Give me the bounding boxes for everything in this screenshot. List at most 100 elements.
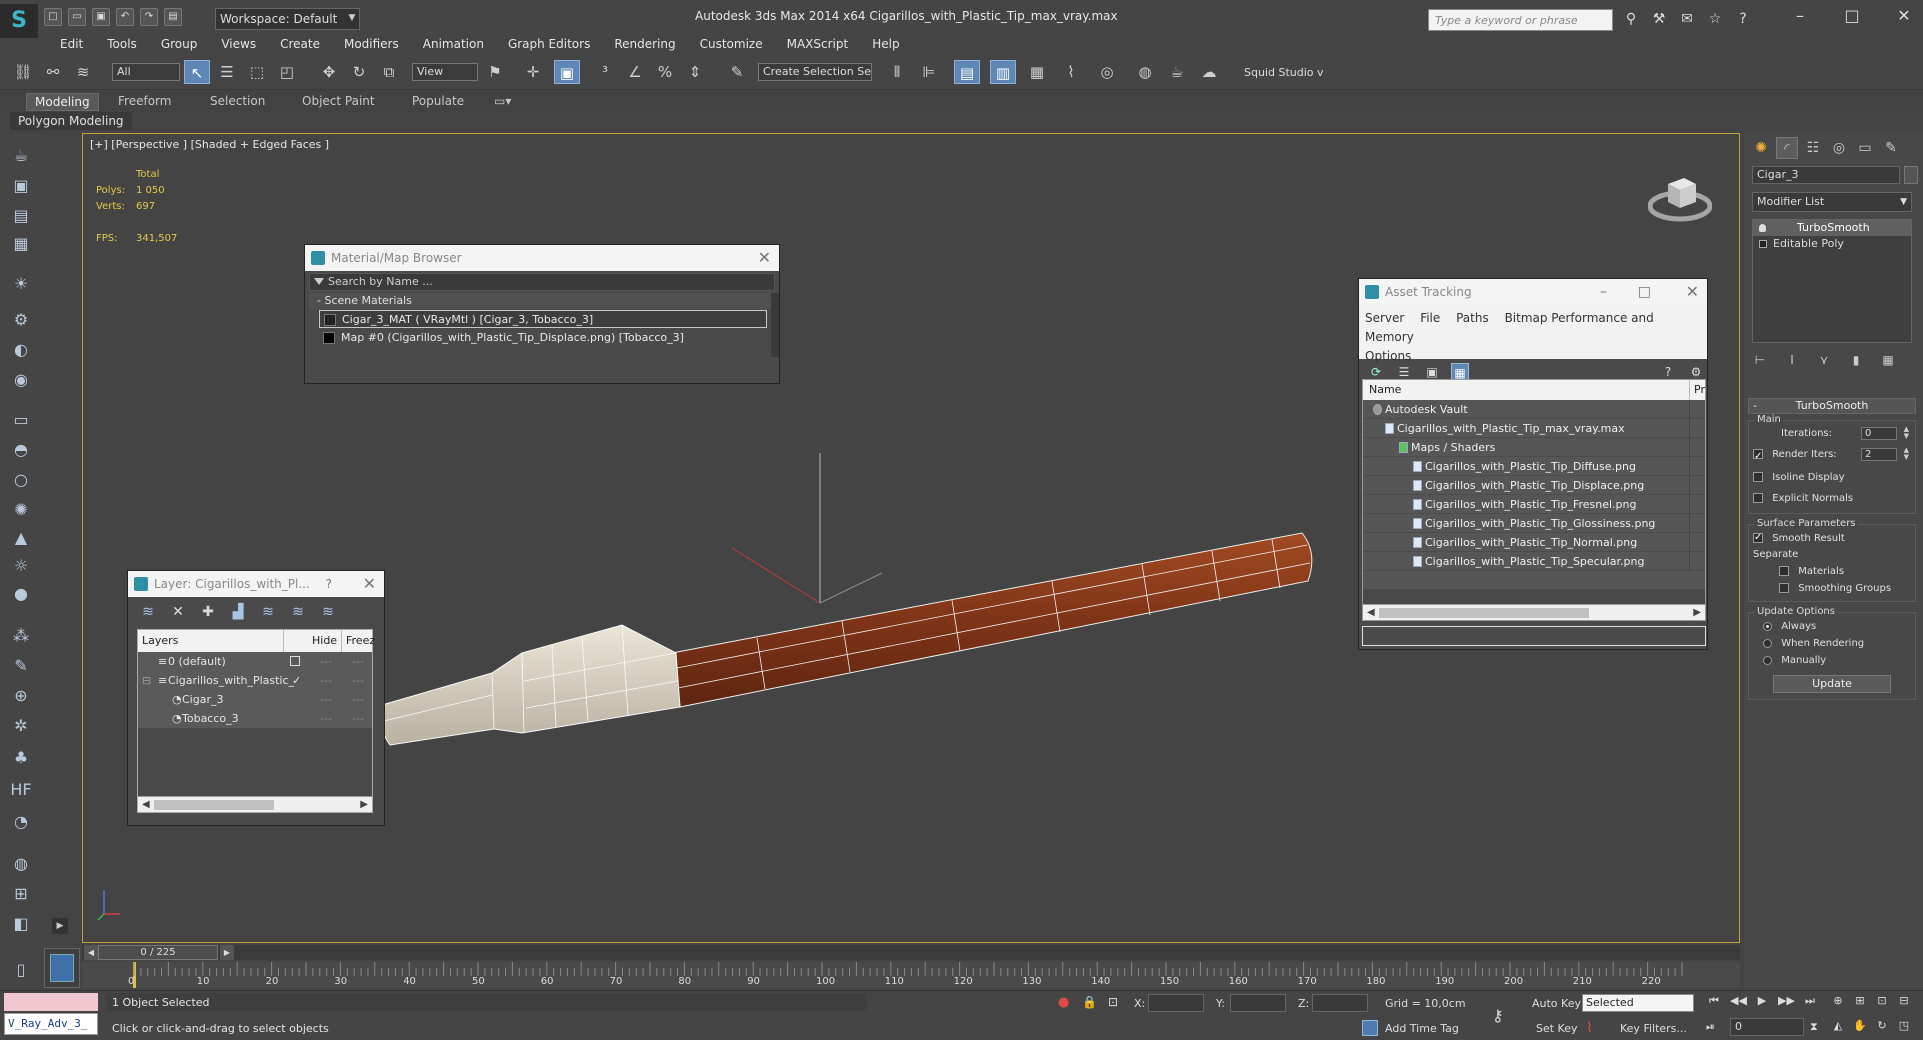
collapse-icon[interactable]: ⊟ (142, 671, 151, 690)
ribbon-options-icon[interactable]: ▭▾ (486, 93, 519, 109)
stack-item-turbosmooth[interactable]: TurboSmooth (1753, 220, 1911, 236)
material-browser-titlebar[interactable]: Material/Map Browser ✕ (305, 245, 779, 271)
dome-icon[interactable]: ◓ (8, 439, 34, 461)
freeze-layer-icon[interactable]: ≋ (320, 604, 336, 620)
column-layers[interactable]: Layers (138, 630, 284, 652)
maximize-icon[interactable]: □ (1638, 279, 1651, 305)
isoline-checkbox[interactable] (1753, 472, 1763, 482)
smooth-result-checkbox[interactable] (1753, 530, 1763, 546)
project-folder-icon[interactable]: ▤ (164, 8, 182, 26)
spinner-arrows-icon[interactable]: ▲ ▼ (1904, 426, 1909, 440)
scene-materials-section[interactable]: - Scene Materials (309, 293, 775, 309)
filter-icon[interactable] (314, 278, 324, 285)
asset-menu-options[interactable]: Options (1365, 349, 1411, 363)
curve-editor-icon[interactable]: ⌇ (1058, 60, 1084, 84)
light-bulb-icon[interactable]: ☀ (8, 273, 34, 295)
sphere-light-icon[interactable]: ○ (8, 469, 34, 491)
new-layer-icon[interactable]: ≋ (140, 604, 156, 620)
hair-icon[interactable]: HF (8, 779, 34, 801)
always-radio[interactable] (1763, 621, 1772, 631)
absolute-mode-icon[interactable]: ⊡ (1108, 995, 1118, 1009)
asset-menu-server[interactable]: Server (1365, 311, 1404, 325)
reference-coordinate-dropdown[interactable]: View (412, 63, 478, 81)
pin-stack-icon[interactable]: ⊢ (1752, 352, 1768, 368)
plane-icon[interactable]: ▭ (8, 409, 34, 431)
table-row[interactable]: ≡ 0 (default) --- --- (138, 652, 372, 671)
zoom-icon[interactable]: ⊞ (8, 883, 34, 905)
system-icon[interactable]: ✲ (8, 715, 34, 737)
make-unique-icon[interactable]: ⋎ (1816, 352, 1832, 368)
help-search-input[interactable]: Type a keyword or phrase (1428, 9, 1613, 31)
previous-frame-icon[interactable]: ◀◀ (1730, 993, 1747, 1009)
utilities-tab-icon[interactable]: ✎ (1880, 137, 1902, 159)
viewcube-icon[interactable] (1648, 168, 1712, 226)
time-prev-icon[interactable]: ◀ (84, 945, 98, 960)
layer-explorer-titlebar[interactable]: Layer: Cigarillos_with_Pl... ? ✕ (128, 571, 384, 597)
table-row[interactable]: Cigarillos_with_Plastic_Tip_Specular.png (1363, 552, 1705, 571)
time-slider-thumb[interactable]: 0 / 225 (98, 945, 218, 960)
zoom-icon[interactable]: ⊕ (1830, 993, 1846, 1009)
current-frame-field[interactable]: 0 (1730, 1018, 1804, 1036)
maxscript-listener-output[interactable] (4, 993, 98, 1011)
help-icon[interactable]: ? (1734, 10, 1752, 28)
table-row[interactable]: Cigarillos_with_Plastic_Tip_Diffuse.png (1363, 457, 1705, 476)
snaps-toggle-icon[interactable]: ³ (592, 60, 618, 84)
scene-explorer-icon[interactable]: ▤ (954, 60, 980, 84)
globe-icon[interactable]: ◍ (8, 853, 34, 875)
column-hide[interactable]: Hide (308, 630, 342, 652)
freeze-toggle[interactable]: --- (352, 690, 364, 709)
menu-maxscript[interactable]: MAXScript (775, 35, 861, 53)
key-mode-dropdown[interactable]: Selected (1582, 994, 1694, 1012)
update-button[interactable]: Update (1773, 675, 1891, 693)
table-row[interactable]: Maps / Shaders (1363, 438, 1705, 457)
highlight-layer-icon[interactable]: ≋ (260, 604, 276, 620)
add-to-layer-icon[interactable]: ✚ (200, 604, 216, 620)
freeze-toggle[interactable]: --- (352, 709, 364, 728)
window-crossing-icon[interactable]: ◰ (274, 60, 300, 84)
scroll-right-icon[interactable]: ▶ (1693, 605, 1701, 621)
menu-graph-editors[interactable]: Graph Editors (496, 35, 602, 53)
select-object-icon[interactable]: ↖ (184, 60, 210, 84)
angle-snap-icon[interactable]: ∠ (622, 60, 648, 84)
smoothing-groups-checkbox[interactable] (1779, 583, 1789, 593)
column-name[interactable]: Name (1369, 380, 1401, 400)
menu-tools[interactable]: Tools (95, 35, 149, 53)
close-icon[interactable]: ✕ (758, 245, 771, 271)
chevron-down-icon[interactable]: ▼ (345, 8, 359, 30)
redo-icon[interactable]: ↷ (140, 8, 158, 26)
link-icon[interactable]: ⛓ (10, 60, 36, 84)
scroll-left-icon[interactable]: ◀ (1367, 605, 1375, 621)
x-coordinate-field[interactable] (1148, 994, 1204, 1012)
orbit-icon[interactable]: ↻ (1874, 1018, 1890, 1034)
polygon-modeling-panel[interactable]: Polygon Modeling (10, 112, 132, 130)
percent-snap-icon[interactable]: % (652, 60, 678, 84)
horizontal-scrollbar[interactable]: ◀ ▶ (138, 796, 372, 812)
menu-rendering[interactable]: Rendering (602, 35, 687, 53)
auto-key-button[interactable]: Auto Key (1532, 997, 1581, 1010)
zoom-extents-all-icon[interactable]: ⊟ (1896, 993, 1912, 1009)
mirror-display-icon[interactable]: ◧ (8, 913, 34, 935)
pivot-center-icon[interactable]: ⚑ (482, 60, 508, 84)
close-icon[interactable]: ✕ (1894, 6, 1914, 25)
table-row[interactable]: Cigarillos_with_Plastic_Tip_Normal.png (1363, 533, 1705, 552)
material-search-input[interactable]: Search by Name ... (309, 273, 775, 291)
material-editor-icon[interactable]: ◍ (1132, 60, 1158, 84)
schematic-view-icon[interactable]: ◎ (1094, 60, 1120, 84)
set-key-button[interactable]: Set Key (1536, 1022, 1578, 1035)
spinner-snap-icon[interactable]: ⇕ (682, 60, 708, 84)
menu-help[interactable]: Help (860, 35, 911, 53)
zoom-extents-icon[interactable]: ⊡ (1874, 993, 1890, 1009)
render-setup-icon[interactable]: ☕ (1164, 60, 1190, 84)
zoom-all-icon[interactable]: ⊞ (1852, 993, 1868, 1009)
grid-icon[interactable]: ▦ (8, 233, 34, 255)
bind-space-warp-icon[interactable]: ≋ (70, 60, 96, 84)
render-iters-spinner[interactable]: 2 (1861, 448, 1897, 461)
table-row[interactable]: ⊟ ≡ Cigarillos_with_Plastic_ ✓ --- --- (138, 671, 372, 690)
menu-animation[interactable]: Animation (411, 35, 496, 53)
squid-studio-label[interactable]: Squid Studio v (1244, 66, 1324, 79)
undo-icon[interactable]: ↶ (116, 8, 134, 26)
maxscript-mini-listener[interactable]: V_Ray_Adv_3_ (4, 1013, 98, 1035)
spinner-arrows-icon[interactable]: ▲ ▼ (1904, 447, 1909, 461)
table-row[interactable]: Cigarillos_with_Plastic_Tip_Fresnel.png (1363, 495, 1705, 514)
time-next-icon[interactable]: ▶ (220, 945, 234, 960)
